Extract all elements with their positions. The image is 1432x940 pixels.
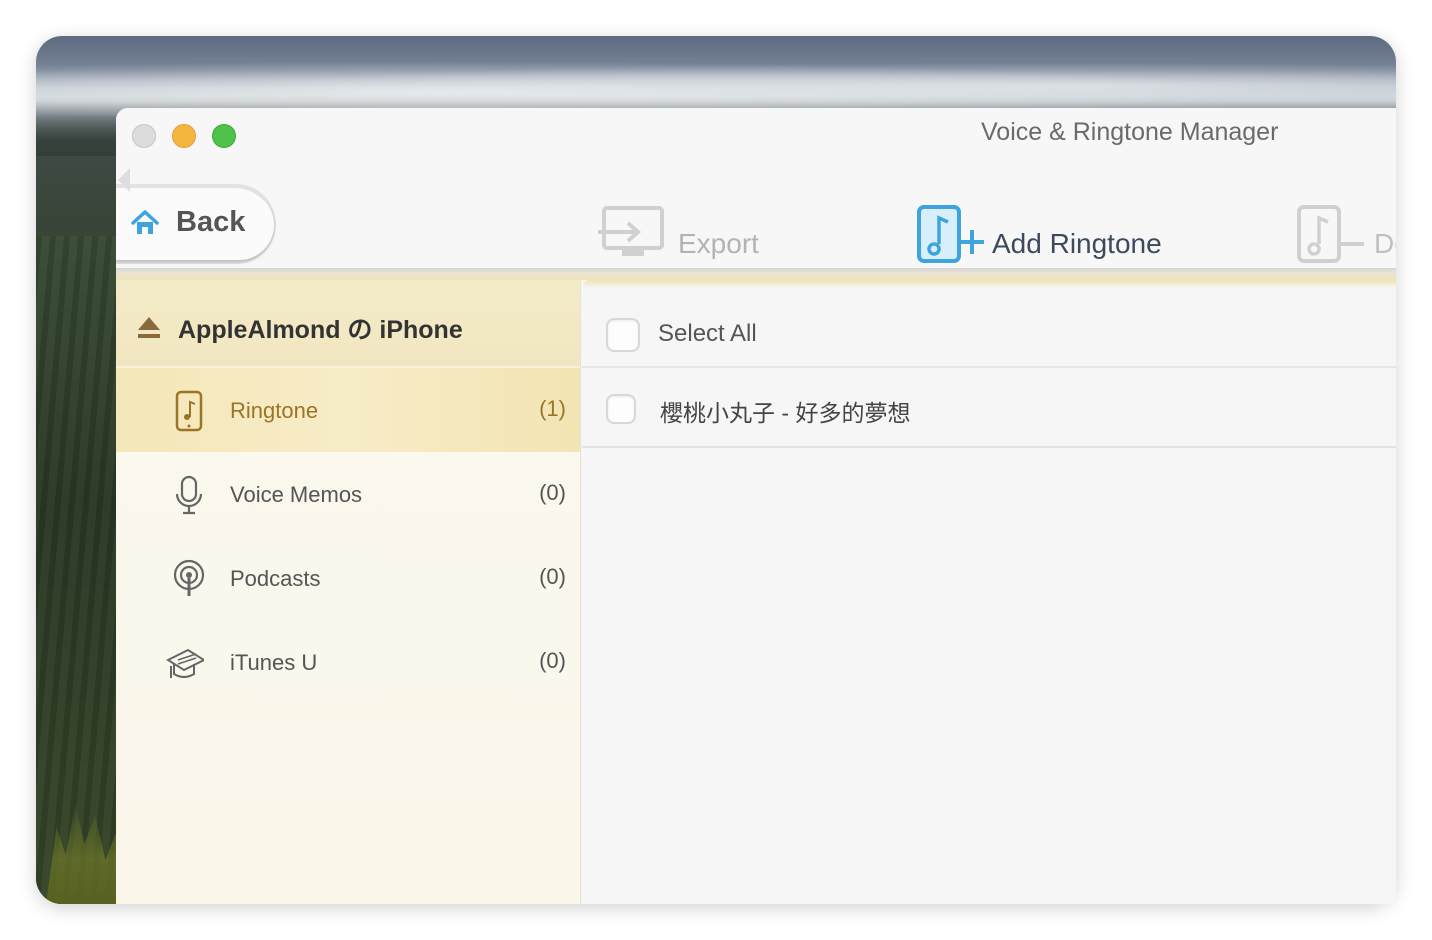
export-label: Export [678, 228, 759, 259]
sidebar-item-count: (0) [539, 564, 566, 589]
window-title: Voice & Ringtone Manager [981, 118, 1279, 146]
zoom-window-button[interactable] [212, 124, 236, 148]
delete-label: De [1374, 228, 1396, 259]
list-item[interactable]: 櫻桃小丸子 - 好多的夢想 [582, 366, 1396, 448]
toolbar-divider [116, 268, 1396, 280]
title-bar: Voice & Ringtone Manager [116, 108, 1396, 164]
select-all-label[interactable]: Select All [658, 320, 757, 348]
delete-icon [1297, 205, 1364, 263]
list-item-checkbox[interactable] [606, 394, 636, 424]
sidebar-item-ringtone[interactable]: Ringtone (1) [116, 368, 580, 452]
panel-top-edge [582, 280, 1396, 288]
sidebar-item-label: Voice Memos [230, 482, 363, 507]
phone-music-icon [175, 390, 203, 432]
list-item-title: 櫻桃小丸子 - 好多的夢想 [660, 400, 911, 426]
eject-icon[interactable] [136, 314, 162, 340]
device-header[interactable]: AppleAlmond の iPhone [116, 280, 580, 368]
select-all-checkbox[interactable] [606, 318, 640, 352]
sidebar-item-itunes-u[interactable]: iTunes U (0) [116, 620, 580, 704]
device-name: AppleAlmond の iPhone [178, 316, 463, 344]
sidebar-item-label: iTunes U [230, 650, 318, 675]
podcast-icon [173, 559, 205, 596]
close-window-button[interactable] [132, 124, 156, 148]
home-icon [131, 210, 159, 234]
select-all-row[interactable]: Select All [582, 290, 1396, 368]
back-arrow-icon [118, 168, 130, 192]
sidebar-item-count: (1) [539, 396, 566, 421]
sidebar-item-label: Ringtone [230, 398, 319, 423]
add-ringtone-label: Add Ringtone [992, 228, 1162, 259]
ringtone-list-panel: Select All 櫻桃小丸子 - 好多的夢想 [582, 280, 1396, 904]
graduation-cap-icon [166, 648, 204, 678]
back-button-label[interactable]: Back [176, 206, 245, 239]
sidebar-item-count: (0) [539, 648, 566, 673]
sidebar: AppleAlmond の iPhone Ringtone (1) Voice … [116, 280, 581, 904]
minimize-window-button[interactable] [172, 124, 196, 148]
sidebar-item-label: Podcasts [230, 566, 321, 591]
app-window: Voice & Ringtone Manager Back Export Add… [116, 108, 1396, 904]
microphone-icon [175, 475, 203, 515]
sidebar-item-podcasts[interactable]: Podcasts (0) [116, 536, 580, 620]
sidebar-item-voice-memos[interactable]: Voice Memos (0) [116, 452, 580, 536]
add-ringtone-icon [917, 205, 984, 263]
export-icon [598, 206, 664, 256]
sidebar-item-count: (0) [539, 480, 566, 505]
